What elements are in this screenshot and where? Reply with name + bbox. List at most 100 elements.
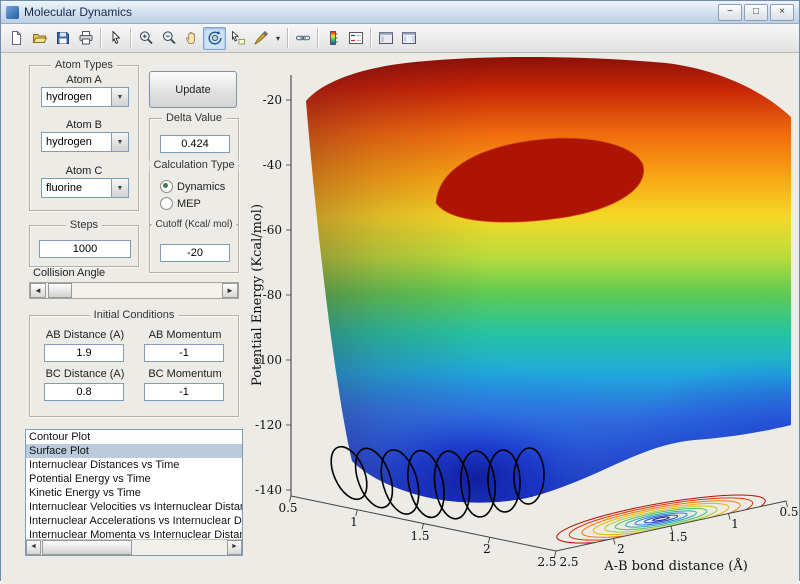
svg-text:-20: -20 <box>263 93 282 107</box>
contour-projection <box>527 488 796 550</box>
rotate-3d-icon <box>207 30 223 46</box>
toolbar-separator <box>317 28 318 48</box>
printer-icon <box>78 30 94 46</box>
mep-radio[interactable] <box>160 197 173 210</box>
window-title: Molecular Dynamics <box>24 5 132 19</box>
plot-type-listbox[interactable]: Contour Plot Surface Plot Internuclear D… <box>25 429 243 556</box>
floor-axes <box>290 496 788 557</box>
x-axis-label: A-B bond distance (Å) <box>603 558 748 574</box>
atom-b-select[interactable]: hydrogen ▼ <box>41 132 129 152</box>
cutoff-panel: Cutoff (Kcal/ mol) <box>149 225 239 273</box>
close-button[interactable]: × <box>770 4 794 21</box>
slider-thumb[interactable] <box>48 283 72 298</box>
atom-a-select[interactable]: hydrogen ▼ <box>41 87 129 107</box>
list-item-kinetic-energy[interactable]: Kinetic Energy vs Time <box>26 486 242 500</box>
ab-distance-field[interactable] <box>44 344 124 362</box>
new-figure-icon <box>9 30 25 46</box>
atom-types-title: Atom Types <box>51 59 117 71</box>
pointer-icon <box>108 30 124 46</box>
cutoff-field[interactable] <box>160 244 230 262</box>
scroll-left-arrow[interactable]: ◄ <box>26 540 41 555</box>
list-item-internuclear-distances[interactable]: Internuclear Distances vs Time <box>26 458 242 472</box>
energy-surface <box>306 57 791 503</box>
rotate-3d-button[interactable] <box>203 27 226 50</box>
atom-types-panel: Atom Types Atom A hydrogen ▼ Atom B hydr… <box>29 65 139 211</box>
list-item-internuclear-velocities[interactable]: Internuclear Velocities vs Internuclear … <box>26 500 242 514</box>
scrollbar-track[interactable] <box>41 540 227 555</box>
calculation-type-title: Calculation Type <box>149 159 238 171</box>
legend-icon <box>348 30 364 46</box>
new-figure-button[interactable] <box>5 27 28 50</box>
link-icon <box>295 30 311 46</box>
atom-b-value: hydrogen <box>42 133 111 151</box>
svg-text:2.5: 2.5 <box>559 555 578 569</box>
steps-field[interactable] <box>39 240 131 258</box>
show-plot-tools-button[interactable] <box>397 27 420 50</box>
close-icon: × <box>779 6 785 17</box>
open-file-button[interactable] <box>28 27 51 50</box>
svg-text:-60: -60 <box>263 223 282 237</box>
slider-track[interactable] <box>46 283 222 298</box>
bc-momentum-field[interactable] <box>144 383 224 401</box>
svg-text:0.5: 0.5 <box>779 505 798 519</box>
brush-dropdown-button[interactable]: ▾ <box>272 27 284 50</box>
steps-panel: Steps <box>29 225 139 267</box>
insert-colorbar-button[interactable] <box>321 27 344 50</box>
scroll-right-arrow[interactable]: ► <box>227 540 242 555</box>
z-axis <box>286 75 291 496</box>
zoom-in-button[interactable] <box>134 27 157 50</box>
edit-plot-button[interactable] <box>104 27 127 50</box>
control-panel: Atom Types Atom A hydrogen ▼ Atom B hydr… <box>1 53 246 584</box>
collision-angle-slider[interactable]: ◄ ► <box>29 282 239 299</box>
hand-icon <box>184 30 200 46</box>
calculation-type-panel: Calculation Type Dynamics MEP <box>149 165 239 225</box>
slider-left-arrow[interactable]: ◄ <box>30 283 46 298</box>
save-figure-button[interactable] <box>51 27 74 50</box>
minimize-button[interactable]: − <box>718 4 742 21</box>
list-item-internuclear-accelerations[interactable]: Internuclear Accelerations vs Internucle… <box>26 514 242 528</box>
data-cursor-button[interactable] <box>226 27 249 50</box>
svg-text:1.5: 1.5 <box>668 530 687 544</box>
svg-text:-80: -80 <box>263 288 282 302</box>
dynamics-radio-label: Dynamics <box>177 181 225 193</box>
bc-axis-tick-labels: 0.5 1 1.5 2 2.5 <box>278 501 556 569</box>
show-plot-tools-icon <box>401 30 417 46</box>
dropdown-arrow-icon[interactable]: ▼ <box>111 88 128 106</box>
listbox-hscrollbar[interactable]: ◄ ► <box>26 539 242 555</box>
plot-area: -20 -40 -60 -80 -100 -120 -140 0.5 1 1.5… <box>246 53 800 584</box>
dropdown-arrow-icon[interactable]: ▼ <box>111 133 128 151</box>
initial-conditions-title: Initial Conditions <box>90 309 179 321</box>
update-button[interactable]: Update <box>149 71 237 108</box>
dropdown-arrow-icon[interactable]: ▼ <box>111 179 128 197</box>
slider-right-arrow[interactable]: ► <box>222 283 238 298</box>
pan-button[interactable] <box>180 27 203 50</box>
brush-data-button[interactable] <box>249 27 272 50</box>
data-cursor-icon <box>230 30 246 46</box>
ab-momentum-field[interactable] <box>144 344 224 362</box>
atom-c-label: Atom C <box>30 165 138 177</box>
list-item-contour-plot[interactable]: Contour Plot <box>26 430 242 444</box>
svg-text:-40: -40 <box>263 158 282 172</box>
list-item-surface-plot[interactable]: Surface Plot <box>26 444 242 458</box>
maximize-button[interactable]: □ <box>744 4 768 21</box>
delta-value-title: Delta Value <box>162 112 226 124</box>
app-icon <box>6 6 19 19</box>
bc-distance-label: BC Distance (A) <box>38 368 132 380</box>
toolbar-separator <box>100 28 101 48</box>
dynamics-radio-row[interactable]: Dynamics <box>160 180 225 193</box>
bc-distance-field[interactable] <box>44 383 124 401</box>
zoom-out-button[interactable] <box>157 27 180 50</box>
surface-plot[interactable]: -20 -40 -60 -80 -100 -120 -140 0.5 1 1.5… <box>246 53 800 584</box>
mep-radio-row[interactable]: MEP <box>160 197 201 210</box>
delta-value-field[interactable] <box>160 135 230 153</box>
toolbar-separator <box>130 28 131 48</box>
atom-c-select[interactable]: fluorine ▼ <box>41 178 129 198</box>
scrollbar-thumb[interactable] <box>42 540 132 555</box>
svg-text:2.5: 2.5 <box>537 555 556 569</box>
list-item-potential-energy[interactable]: Potential Energy vs Time <box>26 472 242 486</box>
dynamics-radio[interactable] <box>160 180 173 193</box>
print-figure-button[interactable] <box>74 27 97 50</box>
hide-plot-tools-button[interactable] <box>374 27 397 50</box>
link-plots-button[interactable] <box>291 27 314 50</box>
insert-legend-button[interactable] <box>344 27 367 50</box>
